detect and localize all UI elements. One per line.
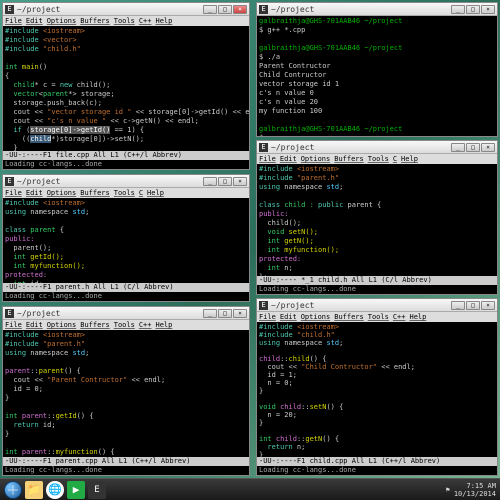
maximize-button[interactable]: □ <box>218 309 232 318</box>
modeline: -UU-:----F1 child.cpp All L1 (C++/l Abbr… <box>257 457 497 466</box>
menubar[interactable]: FileEditOptionsBuffersToolsC++Help <box>3 320 249 330</box>
emacs-window-child-cpp[interactable]: E ~/project _□× FileEditOptionsBuffersTo… <box>256 298 498 476</box>
system-tray[interactable]: ⚑ 7:15 AM 10/13/2014 <box>446 482 496 498</box>
tray-flag-icon[interactable]: ⚑ <box>446 486 450 494</box>
menubar[interactable]: FileEditOptionsBuffersToolsC++Help <box>257 312 497 322</box>
modeline: -UU-:----F1 parent.h All L1 (C/l Abbrev) <box>3 283 249 292</box>
minibuffer[interactable]: Loading cc-langs...done <box>257 285 497 294</box>
minibuffer[interactable]: Loading cc-langs...done <box>3 160 249 169</box>
emacs-window-file-cpp[interactable]: E ~/project _ □ × FileEditOptionsBuffers… <box>2 2 250 170</box>
minimize-button[interactable]: _ <box>203 177 217 186</box>
terminal-window[interactable]: E ~/project _□× galbraithja@GHS-701AAB46… <box>256 2 498 137</box>
start-button[interactable] <box>4 481 22 499</box>
minimize-button[interactable]: _ <box>451 301 465 310</box>
titlebar[interactable]: E ~/project _□× <box>257 141 497 154</box>
menubar[interactable]: FileEditOptionsBuffersToolsCHelp <box>3 188 249 198</box>
modeline: -UU-:----F1 parent.cpp All L1 (C++/l Abb… <box>3 457 249 466</box>
editor-content[interactable]: #include <iostream> #include "child.h" u… <box>257 322 497 457</box>
close-button[interactable]: × <box>481 301 495 310</box>
titlebar[interactable]: E ~/project _□× <box>3 307 249 320</box>
emacs-window-parent-h[interactable]: E ~/project _□× FileEditOptionsBuffersTo… <box>2 174 250 302</box>
window-title: ~/project <box>17 309 203 318</box>
clock[interactable]: 7:15 AM 10/13/2014 <box>454 482 496 498</box>
explorer-icon[interactable]: 📁 <box>25 481 43 499</box>
modeline: -UU-:----F1 file.cpp All L1 (C++/l Abbre… <box>3 151 249 160</box>
minimize-button[interactable]: _ <box>451 143 465 152</box>
close-button[interactable]: × <box>481 5 495 14</box>
titlebar[interactable]: E ~/project _□× <box>257 299 497 312</box>
minibuffer[interactable]: Loading cc-langs...done <box>257 466 497 475</box>
close-button[interactable]: × <box>233 177 247 186</box>
chrome-icon[interactable]: 🌐 <box>46 481 64 499</box>
titlebar[interactable]: E ~/project _ □ × <box>3 3 249 16</box>
window-title: ~/project <box>271 5 451 14</box>
cygwin-icon[interactable]: ▶ <box>67 481 85 499</box>
app-icon: E <box>5 5 14 14</box>
maximize-button[interactable]: □ <box>466 143 480 152</box>
emacs-window-parent-cpp[interactable]: E ~/project _□× FileEditOptionsBuffersTo… <box>2 306 250 476</box>
app-icon: E <box>259 143 268 152</box>
editor-content[interactable]: #include <iostream> #include "parent.h" … <box>257 164 497 276</box>
close-button[interactable]: × <box>233 5 247 14</box>
maximize-button[interactable]: □ <box>218 5 232 14</box>
titlebar[interactable]: E ~/project _□× <box>257 3 497 16</box>
maximize-button[interactable]: □ <box>466 5 480 14</box>
close-button[interactable]: × <box>481 143 495 152</box>
titlebar[interactable]: E ~/project _□× <box>3 175 249 188</box>
terminal-content[interactable]: galbraithja@GHS-701AAB46 ~/project $ g++… <box>257 16 497 136</box>
minibuffer[interactable]: Loading cc-langs...done <box>3 466 249 475</box>
menubar[interactable]: FileEditOptionsBuffersToolsC++Help <box>3 16 249 26</box>
emacs-window-child-h[interactable]: E ~/project _□× FileEditOptionsBuffersTo… <box>256 140 498 295</box>
menubar[interactable]: FileEditOptionsBuffersToolsCHelp <box>257 154 497 164</box>
minibuffer[interactable]: Loading cc-langs...done <box>3 292 249 301</box>
close-button[interactable]: × <box>233 309 247 318</box>
app-icon: E <box>259 5 268 14</box>
window-title: ~/project <box>17 5 203 14</box>
app-icon: E <box>5 309 14 318</box>
window-title: ~/project <box>17 177 203 186</box>
editor-content[interactable]: #include <iostream> using namespace std;… <box>3 198 249 283</box>
minimize-button[interactable]: _ <box>203 309 217 318</box>
minimize-button[interactable]: _ <box>203 5 217 14</box>
minimize-button[interactable]: _ <box>451 5 465 14</box>
modeline: -UU-:---- *_1 child.h All L1 (C/l Abbrev… <box>257 276 497 285</box>
maximize-button[interactable]: □ <box>466 301 480 310</box>
emacs-taskbar-icon[interactable]: E <box>88 481 106 499</box>
maximize-button[interactable]: □ <box>218 177 232 186</box>
app-icon: E <box>5 177 14 186</box>
editor-content[interactable]: #include <iostream> #include "parent.h" … <box>3 330 249 457</box>
editor-content[interactable]: #include <iostream> #include <vector> #i… <box>3 26 249 151</box>
taskbar[interactable]: 📁 🌐 ▶ E ⚑ 7:15 AM 10/13/2014 <box>0 478 500 500</box>
window-title: ~/project <box>271 143 451 152</box>
window-title: ~/project <box>271 301 451 310</box>
app-icon: E <box>259 301 268 310</box>
